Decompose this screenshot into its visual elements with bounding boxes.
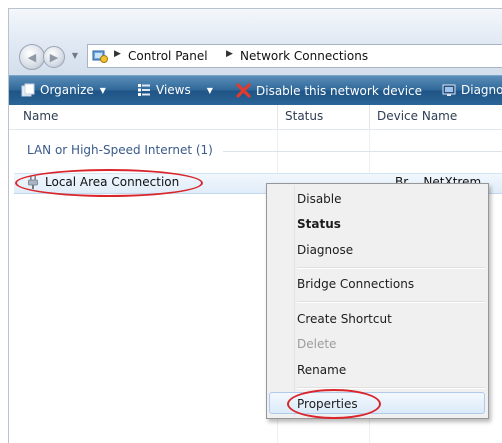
- menu-separator: [297, 267, 485, 269]
- address-bar-area: ◀ ▶ ▼ ▶ Control Panel ▶ Network Connecti…: [9, 9, 502, 75]
- breadcrumb-arrow-icon: ▶: [114, 49, 121, 59]
- recent-pages-dropdown[interactable]: ▼: [70, 49, 80, 63]
- column-header-name[interactable]: Name: [23, 109, 58, 123]
- column-headers: Name Status Device Name: [9, 105, 502, 130]
- explorer-window: ◀ ▶ ▼ ▶ Control Panel ▶ Network Connecti…: [8, 8, 502, 443]
- back-button[interactable]: ◀: [19, 44, 45, 70]
- views-button[interactable]: Views ▼: [137, 83, 213, 97]
- control-panel-icon: [92, 50, 108, 63]
- forward-button[interactable]: ▶: [43, 46, 65, 68]
- column-divider[interactable]: [369, 105, 370, 129]
- menu-item-disable[interactable]: Disable: [297, 192, 342, 206]
- context-menu: Disable Status Diagnose Bridge Connectio…: [266, 183, 489, 419]
- menu-item-diagnose[interactable]: Diagnose: [297, 243, 353, 257]
- menu-item-rename[interactable]: Rename: [297, 363, 346, 377]
- chevron-down-icon: ▼: [99, 85, 106, 95]
- disable-device-label: Disable this network device: [256, 83, 423, 98]
- address-field[interactable]: ▶ Control Panel ▶ Network Connections: [87, 44, 502, 68]
- organize-icon: [21, 83, 35, 97]
- back-arrow-icon: ◀: [27, 50, 37, 64]
- organize-button[interactable]: Organize ▼: [21, 83, 106, 97]
- menu-separator: [297, 301, 485, 303]
- breadcrumb-control-panel[interactable]: Control Panel: [128, 49, 208, 63]
- diagnose-button[interactable]: Diagno: [442, 83, 502, 97]
- column-divider[interactable]: [277, 105, 278, 129]
- highlight-annotation-ellipse: [287, 389, 381, 419]
- chevron-down-icon: ▼: [206, 85, 213, 95]
- menu-item-create-shortcut[interactable]: Create Shortcut: [297, 312, 392, 326]
- group-header[interactable]: LAN or High-Speed Internet (1): [27, 143, 213, 157]
- column-header-device-name[interactable]: Device Name: [377, 109, 457, 123]
- diagnose-icon: [442, 84, 456, 96]
- menu-item-delete: Delete: [297, 337, 337, 351]
- organize-label: Organize: [40, 83, 94, 97]
- views-label: Views: [156, 83, 191, 97]
- group-divider: [223, 151, 502, 152]
- disable-x-icon: [236, 83, 251, 98]
- menu-item-status[interactable]: Status: [297, 217, 341, 231]
- breadcrumb-arrow-icon: ▶: [226, 49, 233, 59]
- menu-gutter: [294, 185, 295, 417]
- disable-device-button[interactable]: Disable this network device: [236, 83, 422, 98]
- breadcrumb-network-connections[interactable]: Network Connections: [240, 49, 368, 63]
- column-header-status[interactable]: Status: [285, 109, 323, 123]
- views-icon: [138, 84, 150, 96]
- diagnose-label: Diagno: [461, 83, 502, 97]
- forward-arrow-icon: ▶: [49, 50, 59, 64]
- command-toolbar: Organize ▼ Views ▼ Disable this network de…: [9, 75, 502, 105]
- highlight-annotation-ellipse: [15, 169, 203, 197]
- menu-item-bridge-connections[interactable]: Bridge Connections: [297, 277, 414, 291]
